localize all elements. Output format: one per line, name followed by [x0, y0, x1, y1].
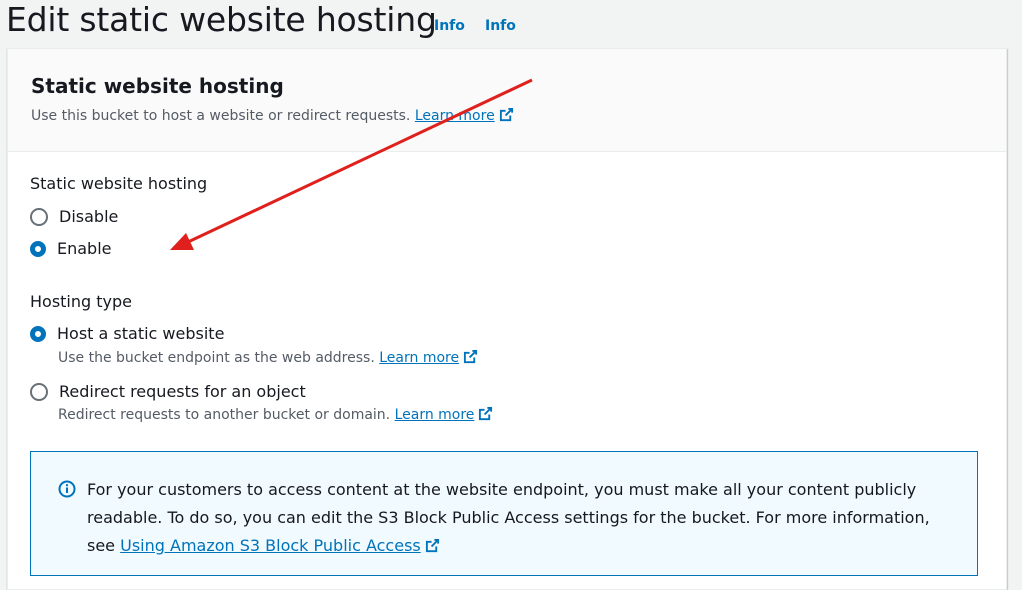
info-link-1[interactable]: Info [434, 18, 465, 34]
info-link-2[interactable]: Info [485, 18, 516, 34]
page-title: Edit static website hosting [6, 0, 437, 39]
panel-description: Use this bucket to host a website or red… [31, 107, 514, 124]
radio-enable-label: Enable [57, 239, 112, 258]
alert-text: For your customers to access content at … [87, 476, 947, 560]
radio-host-static-circle[interactable] [30, 325, 46, 342]
radio-disable[interactable]: Disable [30, 207, 118, 226]
radio-host-static-label: Host a static website [57, 324, 225, 343]
redirect-description: Redirect requests to another bucket or d… [58, 406, 493, 423]
radio-enable-circle[interactable] [30, 240, 46, 257]
panel-title: Static website hosting [31, 74, 284, 98]
radio-disable-label: Disable [59, 207, 119, 226]
panel-learn-more-link[interactable]: Learn more [415, 107, 514, 124]
host-static-description: Use the bucket endpoint as the web addre… [58, 349, 478, 366]
radio-enable[interactable]: Enable [30, 239, 112, 258]
hosting-field-label: Static website hosting [30, 174, 208, 193]
host-static-description-text: Use the bucket endpoint as the web addre… [58, 350, 375, 366]
hosting-type-label: Hosting type [30, 292, 132, 311]
block-public-access-link[interactable]: Using Amazon S3 Block Public Access [120, 536, 440, 555]
info-icon [58, 480, 76, 498]
redirect-learn-more-link[interactable]: Learn more [395, 406, 494, 423]
external-link-icon [479, 406, 493, 421]
info-alert: For your customers to access content at … [30, 451, 978, 576]
external-link-icon [499, 107, 513, 122]
radio-redirect-requests[interactable]: Redirect requests for an object [30, 382, 306, 401]
radio-redirect-label: Redirect requests for an object [59, 382, 306, 401]
redirect-description-text: Redirect requests to another bucket or d… [58, 407, 391, 423]
host-static-learn-more-link[interactable]: Learn more [379, 349, 478, 366]
panel-header: Static website hosting Use this bucket t… [8, 49, 1006, 152]
external-link-icon [464, 349, 478, 364]
radio-host-static-website[interactable]: Host a static website [30, 324, 224, 343]
radio-redirect-circle[interactable] [30, 382, 48, 401]
external-link-icon [425, 538, 439, 553]
panel-description-text: Use this bucket to host a website or red… [31, 108, 411, 124]
radio-disable-circle[interactable] [30, 207, 48, 226]
